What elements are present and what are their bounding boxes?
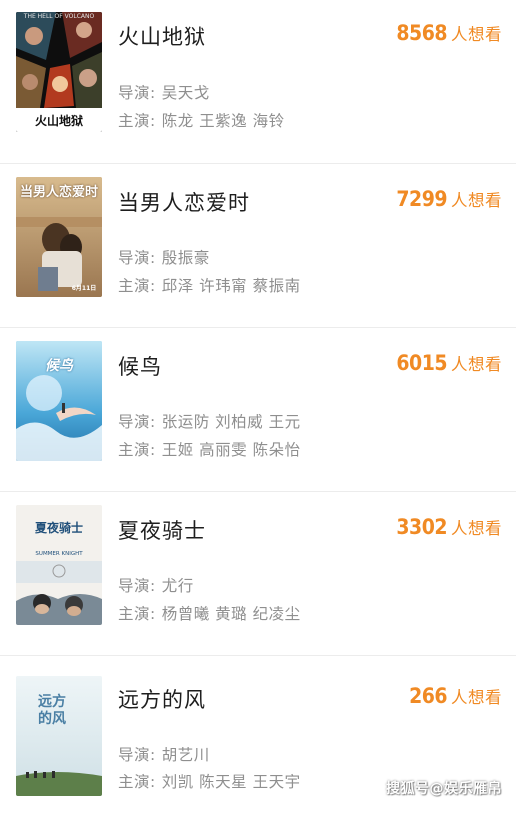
cast-line: 主演: 王姬 高丽雯 陈朵怡 xyxy=(118,438,301,460)
movie-poster[interactable]: 夏夜骑士 SUMMER KNIGHT xyxy=(16,505,102,625)
want-unit: 人想看 xyxy=(451,355,502,374)
want-unit: 人想看 xyxy=(451,191,502,210)
movie-poster[interactable]: THE HELL OF VOLCANO 火山地狱 xyxy=(16,12,102,132)
cast-label: 主演: xyxy=(118,441,156,459)
poster-date: 6月11日 xyxy=(71,285,97,292)
cast-label: 主演: xyxy=(118,605,156,623)
list-item[interactable]: 当男人恋爱时 6月11日 当男人恋爱时 7299 人想看 导演: 殷振豪 主演: 邱泽… xyxy=(0,163,516,327)
movie-title[interactable]: 火山地狱 xyxy=(118,21,206,51)
movie-title[interactable]: 当男人恋爱时 xyxy=(118,187,250,217)
cast-line: 主演: 杨曾曦 黄璐 纪凌尘 xyxy=(118,602,301,624)
director-label: 导演: xyxy=(118,577,156,595)
cast-line: 主演: 刘凯 陈天星 王天宇 xyxy=(118,770,301,792)
want-to-watch: 8568 人想看 xyxy=(396,21,502,45)
want-count: 8568 xyxy=(396,21,447,45)
cast-label: 主演: xyxy=(118,277,156,295)
cast-line: 主演: 陈龙 王紫逸 海铃 xyxy=(118,109,285,131)
cast-value: 杨曾曦 黄璐 纪凌尘 xyxy=(161,605,301,623)
poster-subtitle: THE HELL OF VOLCANO xyxy=(23,13,95,20)
cast-value: 刘凯 陈天星 王天宇 xyxy=(161,773,301,791)
list-item[interactable]: 夏夜骑士 SUMMER KNIGHT 夏夜骑士 3302 人想看 导演: 尤行 主演… xyxy=(0,491,516,655)
want-to-watch: 266 人想看 xyxy=(409,684,502,708)
movie-poster[interactable]: 当男人恋爱时 6月11日 xyxy=(16,177,102,297)
poster-title: 火山地狱 xyxy=(34,114,83,128)
director-line: 导演: 尤行 xyxy=(118,574,194,596)
poster-title: 当男人恋爱时 xyxy=(19,185,98,200)
list-item[interactable]: 候鸟 候鸟 6015 人想看 导演: 张运防 刘柏威 王元 主演: 王姬 高丽雯 陈朵… xyxy=(0,327,516,491)
movie-poster[interactable]: 候鸟 xyxy=(16,341,102,461)
want-count: 3302 xyxy=(396,515,447,539)
watermark: 搜狐号@娱乐雁帛 xyxy=(386,781,502,797)
director-line: 导演: 胡艺川 xyxy=(118,743,210,765)
director-label: 导演: xyxy=(118,84,156,102)
cast-value: 邱泽 许玮甯 蔡振南 xyxy=(161,277,301,295)
director-label: 导演: xyxy=(118,746,156,764)
want-to-watch: 3302 人想看 xyxy=(396,515,502,539)
want-to-watch: 6015 人想看 xyxy=(396,351,502,375)
want-unit: 人想看 xyxy=(451,519,502,538)
cast-line: 主演: 邱泽 许玮甯 蔡振南 xyxy=(118,274,301,296)
movie-poster[interactable]: 远方的风 xyxy=(16,676,102,796)
cast-value: 陈龙 王紫逸 海铃 xyxy=(161,112,285,130)
cast-label: 主演: xyxy=(118,773,156,791)
want-to-watch: 7299 人想看 xyxy=(396,187,502,211)
director-line: 导演: 张运防 刘柏威 王元 xyxy=(118,410,301,432)
director-value: 殷振豪 xyxy=(161,249,210,267)
director-line: 导演: 吴天戈 xyxy=(118,81,210,103)
cast-value: 王姬 高丽雯 陈朵怡 xyxy=(161,441,301,459)
poster-title: 夏夜骑士 xyxy=(34,521,83,535)
movie-list: THE HELL OF VOLCANO 火山地狱 火山地狱 8568 人想看 导演… xyxy=(0,0,516,819)
movie-title[interactable]: 夏夜骑士 xyxy=(118,515,206,545)
director-label: 导演: xyxy=(118,249,156,267)
director-value: 尤行 xyxy=(161,577,194,595)
want-unit: 人想看 xyxy=(451,688,502,707)
list-item[interactable]: THE HELL OF VOLCANO 火山地狱 火山地狱 8568 人想看 导演… xyxy=(0,0,516,163)
director-value: 张运防 刘柏威 王元 xyxy=(161,413,301,431)
director-label: 导演: xyxy=(118,413,156,431)
poster-title: 候鸟 xyxy=(45,358,73,374)
director-value: 胡艺川 xyxy=(161,746,210,764)
want-count: 7299 xyxy=(396,187,447,211)
director-line: 导演: 殷振豪 xyxy=(118,246,210,268)
poster-subtitle: SUMMER KNIGHT xyxy=(35,551,83,557)
want-unit: 人想看 xyxy=(451,25,502,44)
want-count: 266 xyxy=(409,684,447,708)
director-value: 吴天戈 xyxy=(161,84,210,102)
poster-title: 远方的风 xyxy=(38,694,66,727)
movie-title[interactable]: 远方的风 xyxy=(118,684,206,714)
cast-label: 主演: xyxy=(118,112,156,130)
movie-title[interactable]: 候鸟 xyxy=(118,351,162,381)
want-count: 6015 xyxy=(396,351,447,375)
